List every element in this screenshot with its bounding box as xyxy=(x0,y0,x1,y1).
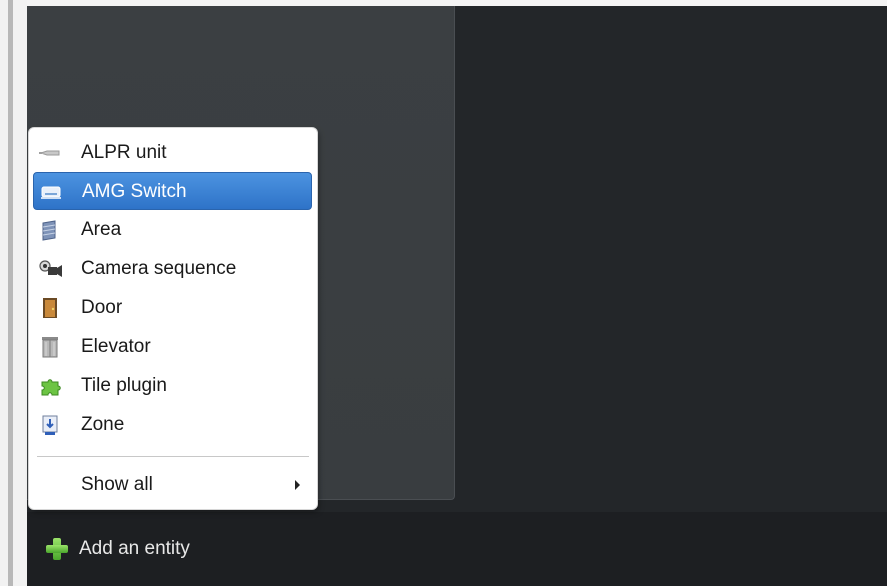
amg-switch-icon xyxy=(40,181,62,203)
menu-item-camera-sequence[interactable]: Camera sequence xyxy=(33,250,312,288)
tile-plugin-icon xyxy=(39,375,61,397)
zone-icon xyxy=(39,414,61,436)
add-entity-button[interactable]: Add an entity xyxy=(45,536,190,562)
left-border-line xyxy=(8,0,13,586)
menu-separator xyxy=(37,456,309,457)
menu-item-show-all[interactable]: Show all xyxy=(33,466,312,504)
menu-item-label: Elevator xyxy=(81,336,151,357)
menu-item-label: AMG Switch xyxy=(82,181,187,202)
menu-item-label: ALPR unit xyxy=(81,142,167,163)
elevator-icon xyxy=(39,336,61,358)
bottom-toolbar: Add an entity xyxy=(27,512,887,586)
menu-item-tile-plugin[interactable]: Tile plugin xyxy=(33,367,312,405)
menu-item-elevator[interactable]: Elevator xyxy=(33,328,312,366)
menu-item-zone[interactable]: Zone xyxy=(33,406,312,444)
alpr-unit-icon xyxy=(39,142,61,164)
add-icon xyxy=(45,537,69,561)
door-icon xyxy=(39,297,61,319)
menu-item-area[interactable]: Area xyxy=(33,211,312,249)
menu-item-label: Zone xyxy=(81,414,125,435)
left-border xyxy=(0,0,27,586)
menu-item-label: Tile plugin xyxy=(81,375,167,396)
add-entity-label: Add an entity xyxy=(79,538,190,559)
menu-item-amg-switch[interactable]: AMG Switch xyxy=(33,172,312,210)
area-icon xyxy=(39,219,61,241)
menu-item-label: Camera sequence xyxy=(81,258,237,279)
menu-item-alpr-unit[interactable]: ALPR unit xyxy=(33,134,312,172)
app-window: Add an entity ALPR unit AMG Switch Area … xyxy=(0,0,887,586)
menu-item-label: Door xyxy=(81,297,123,318)
menu-item-label: Area xyxy=(81,219,122,240)
add-entity-menu: ALPR unit AMG Switch Area Camera sequenc… xyxy=(29,128,317,509)
camera-sequence-icon xyxy=(39,258,62,280)
menu-item-door[interactable]: Door xyxy=(33,289,312,327)
submenu-arrow-icon xyxy=(295,480,300,490)
menu-item-label: Show all xyxy=(81,474,153,495)
